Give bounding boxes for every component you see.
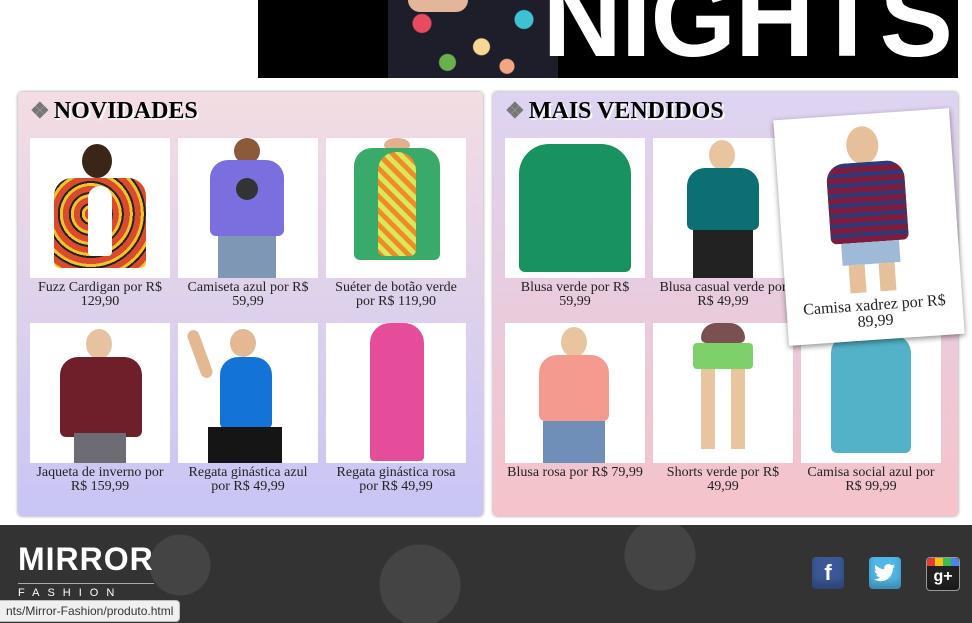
product-caption: Regata ginástica rosa por R$ 49,99 <box>336 465 456 494</box>
product-image <box>30 323 170 463</box>
product-caption: Jaqueta de inverno por R$ 159,99 <box>36 465 164 494</box>
product-camiseta-azul[interactable]: Camiseta azul por R$ 59,99 <box>178 138 318 309</box>
banner-title: NIGHTS <box>542 0 953 78</box>
product-caption: Regata ginástica azul por R$ 49,99 <box>188 465 308 494</box>
product-caption: Shorts verde por R$ 49,99 <box>666 465 780 494</box>
product-jaqueta-inverno[interactable]: Jaqueta de inverno por R$ 159,99 <box>30 323 170 494</box>
product-blusa-verde[interactable]: Blusa verde por R$ 59,99 <box>505 138 645 309</box>
browser-status-url: nts/Mirror-Fashion/produto.html <box>0 600 181 622</box>
product-camisa-xadrez-featured[interactable]: Camisa xadrez por R$ 89,99 <box>773 108 965 346</box>
mirror-fashion-logo[interactable]: MIRROR FASHION <box>18 543 154 599</box>
product-camisa-social-azul[interactable]: Camisa social azul por R$ 99,99 <box>801 323 941 494</box>
product-image <box>653 138 793 278</box>
product-image <box>178 323 318 463</box>
product-blusa-rosa[interactable]: Blusa rosa por R$ 79,99 <box>505 323 645 480</box>
product-caption: Blusa casual verde por R$ 49,99 <box>659 280 787 309</box>
logo-main-text: MIRROR <box>18 541 154 577</box>
twitter-icon[interactable] <box>869 557 901 589</box>
banner-photo-detail <box>408 0 468 12</box>
facebook-icon[interactable]: f <box>812 557 844 589</box>
product-image <box>505 323 645 463</box>
novidades-section: ❖ NOVIDADES Fuzz Cardigan por R$ 129,90 C… <box>18 92 483 516</box>
product-caption: Camisa xadrez por R$ 89,99 <box>802 291 947 332</box>
google-color-bar <box>927 558 959 566</box>
product-caption: Blusa verde por R$ 59,99 <box>520 280 630 309</box>
product-image <box>786 117 949 298</box>
product-caption: Camiseta azul por R$ 59,99 <box>187 280 309 309</box>
section-title-text: MAIS VENDIDOS <box>528 98 724 124</box>
logo-sub-text: FASHION <box>18 583 154 599</box>
product-image <box>30 138 170 278</box>
diamond-icon: ❖ <box>505 98 525 123</box>
facebook-glyph: f <box>824 560 832 585</box>
product-image <box>505 138 645 278</box>
product-regata-azul[interactable]: Regata ginástica azul por R$ 49,99 <box>178 323 318 494</box>
diamond-icon: ❖ <box>30 98 50 123</box>
product-caption: Blusa rosa por R$ 79,99 <box>507 465 643 480</box>
product-image <box>326 138 466 278</box>
banner-photo <box>388 0 558 78</box>
google-plus-glyph: g+ <box>933 568 953 585</box>
product-image <box>326 323 466 463</box>
product-image <box>653 323 793 463</box>
product-caption: Suéter de botão verde por R$ 119,90 <box>335 280 457 309</box>
product-caption: Camisa social azul por R$ 99,99 <box>807 465 935 494</box>
product-regata-rosa[interactable]: Regata ginástica rosa por R$ 49,99 <box>326 323 466 494</box>
twitter-bird-icon <box>874 564 895 582</box>
google-plus-icon[interactable]: g+ <box>926 557 960 591</box>
product-caption: Fuzz Cardigan por R$ 129,90 <box>37 280 163 309</box>
section-title: ❖ NOVIDADES <box>30 98 198 125</box>
product-blusa-casual-verde[interactable]: Blusa casual verde por R$ 49,99 <box>653 138 793 309</box>
product-shorts-verde[interactable]: Shorts verde por R$ 49,99 <box>653 323 793 494</box>
hero-banner[interactable]: NIGHTS <box>258 0 958 78</box>
section-title-text: NOVIDADES <box>53 98 198 124</box>
product-image <box>178 138 318 278</box>
product-fuzz-cardigan[interactable]: Fuzz Cardigan por R$ 129,90 <box>30 138 170 309</box>
product-sueter-verde[interactable]: Suéter de botão verde por R$ 119,90 <box>326 138 466 309</box>
product-image <box>801 323 941 463</box>
section-title: ❖ MAIS VENDIDOS <box>505 98 724 125</box>
